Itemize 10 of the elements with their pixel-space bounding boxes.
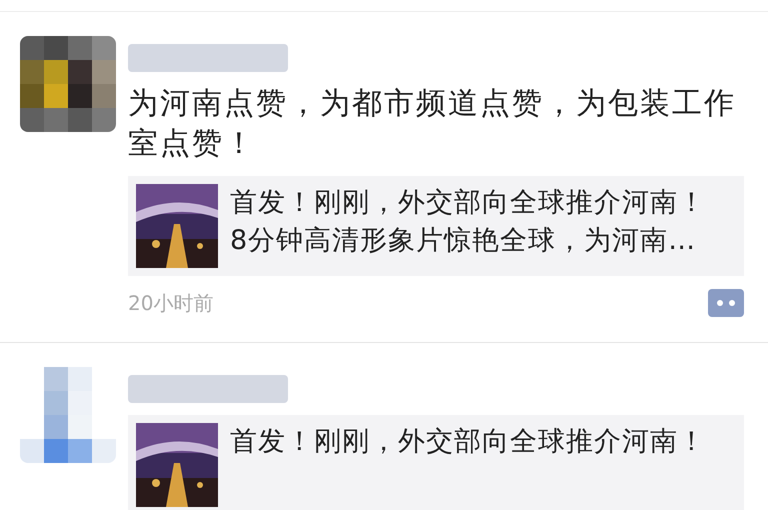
link-title: 首发！刚刚，外交部向全球推介河南！ (230, 186, 706, 220)
post-time: 20小时前 (128, 290, 214, 317)
link-card[interactable]: 首发！刚刚，外交部向全球推介河南！ (128, 415, 744, 510)
link-title: 8分钟高清形象片惊艳全球，为河南… (230, 224, 698, 258)
avatar-icon (20, 367, 116, 463)
comment-icon[interactable] (708, 289, 744, 317)
link-title: 首发！刚刚，外交部向全球推介河南！ (230, 425, 706, 459)
avatar-icon (20, 36, 116, 132)
link-card[interactable]: 首发！刚刚，外交部向全球推介河南！ 8分钟高清形象片惊艳全球，为河南… (128, 176, 744, 276)
post-text: 为河南点赞，为都市频道点赞，为包装工作室点赞！ (128, 85, 737, 163)
